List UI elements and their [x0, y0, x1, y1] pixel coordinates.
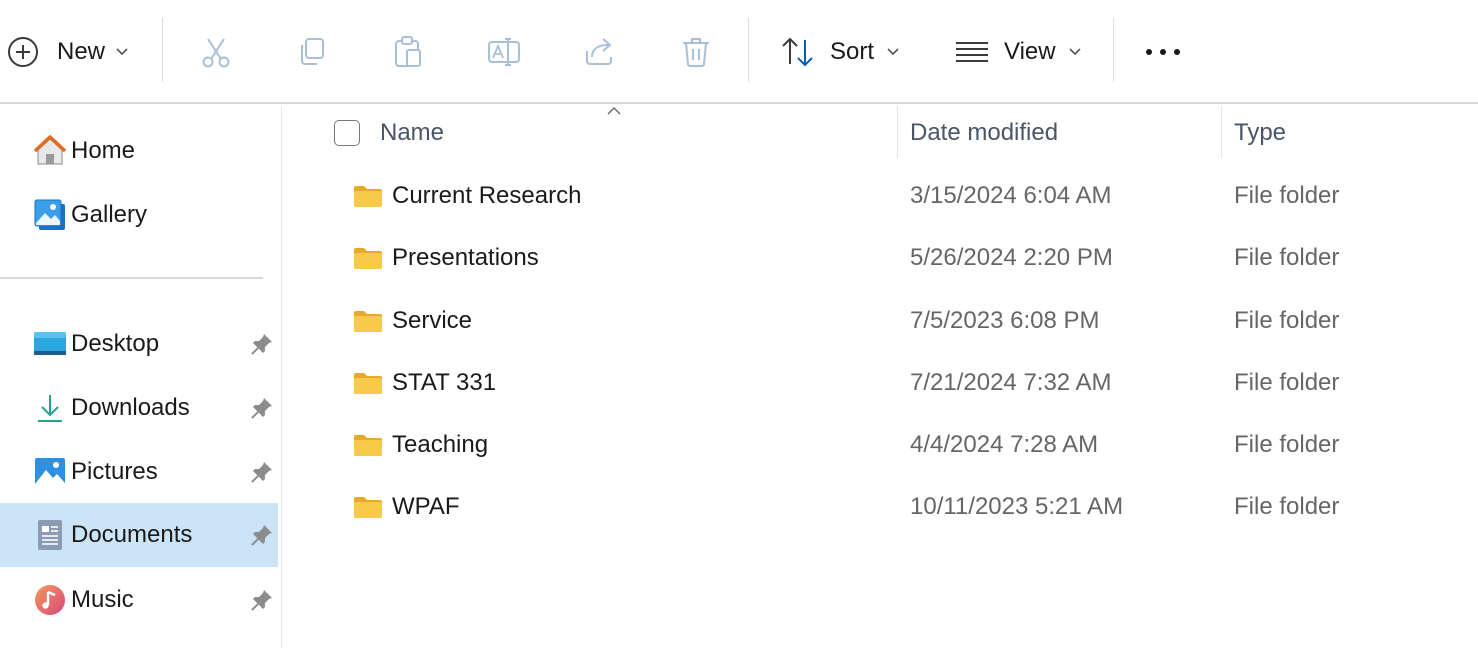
- file-type: File folder: [1234, 431, 1340, 458]
- chevron-down-icon: [887, 48, 899, 56]
- download-icon: [33, 391, 67, 425]
- toolbar-separator: [162, 18, 163, 82]
- sidebar-item-pictures[interactable]: Pictures: [0, 440, 278, 504]
- file-date-modified: 4/4/2024 7:28 AM: [910, 431, 1099, 458]
- sidebar-item-home[interactable]: Home: [0, 119, 278, 183]
- sidebar-item-label: Music: [71, 586, 134, 613]
- sidebar-item-label: Home: [71, 137, 136, 164]
- sidebar-item-documents[interactable]: Documents: [0, 503, 278, 567]
- toolbar-separator: [1113, 18, 1114, 82]
- table-row[interactable]: WPAF 10/11/2023 5:21 AM File folder: [283, 479, 1478, 541]
- folder-icon: [354, 497, 382, 518]
- rename-icon: [488, 38, 520, 66]
- new-button[interactable]: New: [6, 0, 129, 104]
- delete-button[interactable]: [679, 0, 713, 104]
- column-header-name[interactable]: Name: [380, 106, 444, 160]
- copy-button[interactable]: [295, 0, 329, 104]
- file-type: File folder: [1234, 493, 1340, 520]
- pin-icon[interactable]: [250, 460, 274, 484]
- file-name: Service: [392, 307, 473, 334]
- table-row[interactable]: Current Research 3/15/2024 6:04 AM File …: [283, 168, 1478, 230]
- delete-icon: [683, 38, 709, 67]
- file-type: File folder: [1234, 307, 1340, 334]
- column-header-label: Name: [380, 119, 445, 146]
- select-all-checkbox[interactable]: [334, 120, 360, 146]
- pin-icon[interactable]: [250, 523, 274, 547]
- table-row[interactable]: STAT 331 7/21/2024 7:32 AM File folder: [283, 355, 1478, 417]
- column-divider[interactable]: [897, 106, 898, 158]
- file-type: File folder: [1234, 369, 1340, 396]
- sidebar-item-label: Documents: [71, 521, 193, 548]
- view-button[interactable]: View: [955, 0, 1082, 104]
- new-label: New: [57, 38, 106, 65]
- column-header-label: Type: [1234, 119, 1287, 146]
- view-icon: [956, 42, 988, 62]
- sidebar-item-desktop[interactable]: Desktop: [0, 312, 278, 376]
- sidebar-item-label: Pictures: [71, 458, 158, 485]
- pin-icon[interactable]: [250, 588, 274, 612]
- sort-button[interactable]: Sort: [780, 0, 900, 104]
- sidebar-item-downloads[interactable]: Downloads: [0, 376, 278, 440]
- folder-icon: [354, 435, 382, 456]
- cut-icon: [202, 38, 230, 68]
- pin-icon[interactable]: [250, 332, 274, 356]
- sidebar-divider: [0, 277, 263, 279]
- sidebar-item-gallery[interactable]: Gallery: [0, 183, 278, 247]
- sidebar-item-label: Downloads: [71, 394, 190, 421]
- file-name: Current Research: [392, 182, 582, 209]
- rename-button[interactable]: [487, 0, 521, 104]
- sidebar-item-label: Desktop: [71, 330, 160, 357]
- table-row[interactable]: Service 7/5/2023 6:08 PM File folder: [283, 293, 1478, 355]
- file-name: WPAF: [392, 493, 460, 520]
- file-date-modified: 7/21/2024 7:32 AM: [910, 369, 1112, 396]
- file-name: STAT 331: [392, 369, 497, 396]
- share-icon: [586, 38, 612, 65]
- file-date-modified: 10/11/2023 5:21 AM: [910, 493, 1124, 520]
- documents-icon: [33, 518, 67, 552]
- view-label: View: [1004, 38, 1056, 65]
- music-icon: [33, 583, 67, 617]
- plus-circle-icon: [8, 37, 38, 67]
- file-list: Name Date modified Type Current Research…: [283, 106, 1478, 648]
- chevron-down-icon: [1069, 48, 1081, 56]
- folder-icon: [354, 373, 382, 394]
- paste-icon: [395, 36, 421, 67]
- pin-icon[interactable]: [250, 396, 274, 420]
- more-options-button[interactable]: [1143, 0, 1183, 104]
- more-icon: [1146, 49, 1180, 55]
- sort-ascending-indicator-icon: [607, 107, 621, 115]
- pictures-icon: [33, 455, 67, 489]
- column-header-date-modified[interactable]: Date modified: [910, 106, 1058, 160]
- column-header-type[interactable]: Type: [1234, 106, 1286, 160]
- copy-icon: [301, 38, 324, 65]
- share-button[interactable]: [583, 0, 617, 104]
- column-divider[interactable]: [1221, 106, 1222, 158]
- sidebar-item-label: Gallery: [71, 201, 148, 228]
- desktop-icon: [33, 327, 67, 361]
- file-type: File folder: [1234, 244, 1340, 271]
- folder-icon: [354, 186, 382, 207]
- home-icon: [33, 134, 67, 168]
- table-row[interactable]: Presentations 5/26/2024 2:20 PM File fol…: [283, 230, 1478, 292]
- column-header-label: Date modified: [910, 119, 1059, 146]
- file-date-modified: 7/5/2023 6:08 PM: [910, 307, 1100, 334]
- file-date-modified: 3/15/2024 6:04 AM: [910, 182, 1112, 209]
- folder-icon: [354, 311, 382, 332]
- toolbar-separator: [748, 18, 749, 82]
- file-name: Presentations: [392, 244, 539, 271]
- file-date-modified: 5/26/2024 2:20 PM: [910, 244, 1113, 271]
- chevron-down-icon: [116, 48, 128, 56]
- sidebar-item-music[interactable]: Music: [0, 568, 278, 632]
- file-type: File folder: [1234, 182, 1340, 209]
- sort-icon: [782, 37, 813, 67]
- gallery-icon: [33, 198, 67, 232]
- paste-button[interactable]: [391, 0, 425, 104]
- sort-label: Sort: [830, 38, 875, 65]
- navigation-pane: Home Gallery Desktop Downloads Pictures …: [0, 106, 282, 648]
- folder-icon: [354, 248, 382, 269]
- table-row[interactable]: Teaching 4/4/2024 7:28 AM File folder: [283, 417, 1478, 479]
- command-bar: New Sort View: [0, 0, 1478, 104]
- file-name: Teaching: [392, 431, 489, 458]
- cut-button[interactable]: [199, 0, 233, 104]
